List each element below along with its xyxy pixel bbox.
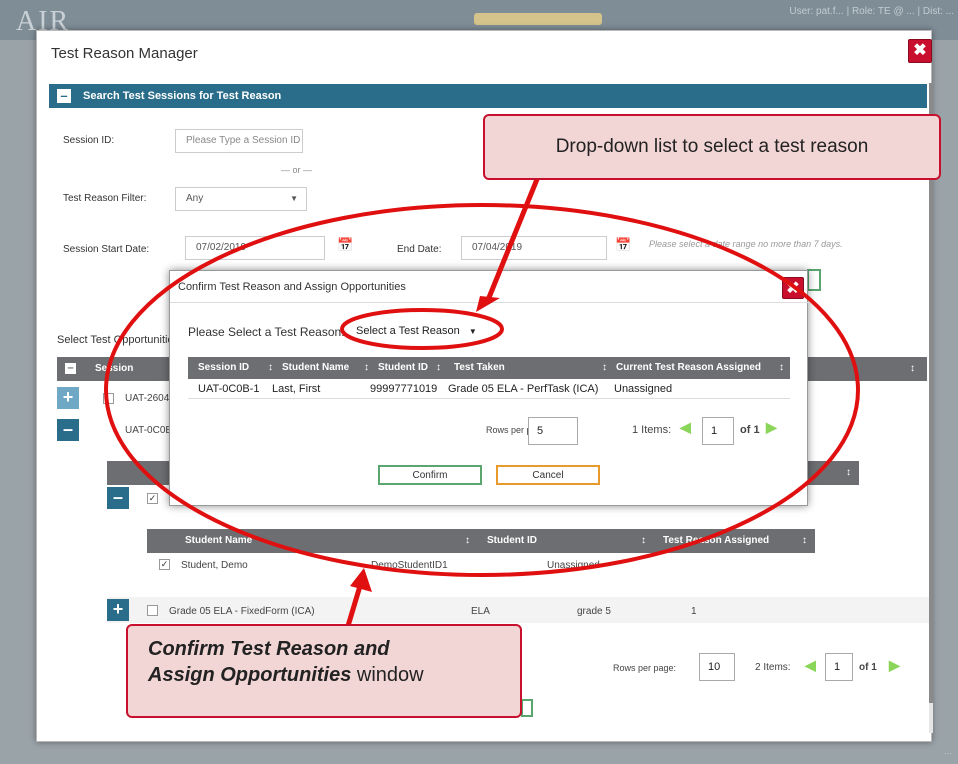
expand-test-row-button[interactable]: + <box>107 599 129 621</box>
footer-text: ... <box>944 746 952 756</box>
sort-icon[interactable]: ↕ <box>846 461 851 485</box>
student-name-header: Student Name <box>282 362 350 373</box>
page-of-text: of 1 <box>859 662 877 673</box>
title-divider <box>170 302 809 303</box>
collapse-row-button[interactable]: – <box>57 419 79 441</box>
items-count: 1 Items: <box>632 424 672 436</box>
test-reason-filter-label: Test Reason Filter: <box>63 193 147 204</box>
app-header-badge <box>474 13 602 25</box>
sort-icon[interactable]: ↕ <box>910 357 915 381</box>
session-column-header: Session <box>95 363 134 374</box>
sort-icon[interactable]: ↕ <box>364 357 369 379</box>
dialog-close-button[interactable]: ✖ <box>908 39 932 63</box>
next-page-icon[interactable]: ▶ <box>766 419 777 436</box>
sort-icon[interactable]: ↕ <box>602 357 607 379</box>
sort-icon[interactable]: ↕ <box>802 529 807 553</box>
rows-per-page-input[interactable]: 10 <box>699 653 735 681</box>
sort-icon[interactable]: ↕ <box>436 357 441 379</box>
student-name-header: Student Name <box>185 535 253 546</box>
calendar-icon[interactable]: 📅 <box>337 237 353 253</box>
rows-per-page-label: Rows per page: <box>613 663 677 673</box>
student-name-cell: Last, First <box>272 383 321 395</box>
sort-icon[interactable]: ↕ <box>641 529 646 553</box>
end-date-label: End Date: <box>397 244 442 255</box>
previous-page-icon[interactable]: ◀ <box>680 419 691 436</box>
current-reason-header: Current Test Reason Assigned <box>616 362 762 373</box>
chevron-down-icon: ▼ <box>290 194 298 203</box>
test-reason-filter-select[interactable]: Any ▼ <box>175 187 307 211</box>
test-row-checkbox[interactable] <box>147 605 158 616</box>
sort-icon[interactable]: ↕ <box>779 357 784 379</box>
student-id-header: Student ID <box>378 362 428 373</box>
confirm-table-row: UAT-0C0B-1 Last, First 99997771019 Grade… <box>188 379 790 399</box>
test-reason-select-value: Select a Test Reason <box>356 325 460 337</box>
student-id-cell: DemoStudentID1 <box>371 560 448 571</box>
expand-row-button[interactable]: + <box>57 387 79 409</box>
window-callout-italic-text: Assign Opportunities <box>148 664 352 686</box>
session-id-cell: UAT-0C0B-1 <box>198 383 260 395</box>
window-callout-rest-text: window <box>351 664 424 686</box>
search-button-edge[interactable] <box>807 269 821 291</box>
student-checkbox[interactable]: ✓ <box>159 559 170 570</box>
calendar-icon[interactable]: 📅 <box>615 237 631 253</box>
confirm-window-title: Confirm Test Reason and Assign Opportuni… <box>178 281 406 293</box>
session-id-header: Session ID <box>198 362 250 373</box>
page-of-text: of 1 <box>740 424 760 436</box>
select-reason-label: Please Select a Test Reason: <box>188 325 345 339</box>
student-id-cell: 99997771019 <box>370 383 438 395</box>
window-callout: Confirm Test Reason and Assign Opportuni… <box>126 624 522 718</box>
session-cell: UAT-0C0B <box>125 425 173 436</box>
window-callout-line1: Confirm Test Reason and <box>148 638 390 660</box>
student-id-header: Student ID <box>487 535 537 546</box>
subject-cell: ELA <box>471 606 490 617</box>
session-id-label: Session ID: <box>63 135 115 146</box>
dropdown-callout: Drop-down list to select a test reason <box>483 114 941 180</box>
count-cell: 1 <box>691 606 697 617</box>
date-range-note: Please select a date range no more than … <box>649 239 843 249</box>
end-date-input[interactable]: 07/04/2019 <box>461 236 607 260</box>
dialog-title: Test Reason Manager <box>51 45 198 62</box>
row-checkbox[interactable] <box>103 393 114 404</box>
test-reason-select[interactable]: Select a Test Reason ▼ <box>356 325 477 337</box>
cancel-button[interactable]: Cancel <box>496 465 600 485</box>
test-name-cell: Grade 05 ELA - FixedForm (ICA) <box>169 606 315 617</box>
sort-icon[interactable]: ↕ <box>465 529 470 553</box>
grade-cell: grade 5 <box>577 606 611 617</box>
collapse-icon[interactable]: – <box>57 89 71 103</box>
window-callout-line2: Assign Opportunities window <box>148 662 520 688</box>
confirm-window-close-button[interactable]: ✖ <box>782 277 804 299</box>
chevron-down-icon: ▼ <box>468 327 477 336</box>
session-id-input[interactable]: Please Type a Session ID <box>175 129 303 153</box>
search-panel-title: Search Test Sessions for Test Reason <box>83 90 282 102</box>
confirm-button[interactable]: Confirm <box>378 465 482 485</box>
or-divider: — or — <box>281 165 313 175</box>
student-name-cell: Student, Demo <box>181 560 248 571</box>
confirm-table-header: Session ID ↕ Student Name ↕ Student ID ↕… <box>188 357 790 379</box>
test-row-checkbox[interactable]: ✓ <box>147 493 158 504</box>
start-date-label: Session Start Date: <box>63 244 150 255</box>
page-number-input[interactable]: 1 <box>825 653 853 681</box>
sort-icon[interactable]: ↕ <box>268 357 273 379</box>
start-date-input[interactable]: 07/02/2019 <box>185 236 325 260</box>
items-count: 2 Items: <box>755 662 791 673</box>
user-info-bar: User: pat.f... | Role: TE @ ... | Dist: … <box>789 6 954 17</box>
previous-page-icon[interactable]: ◀ <box>805 657 816 674</box>
session-cell: UAT-2604 <box>125 393 170 404</box>
collapse-test-row-button[interactable]: – <box>107 487 129 509</box>
test-taken-cell: Grade 05 ELA - PerfTask (ICA) <box>448 383 599 395</box>
confirm-test-reason-window: Confirm Test Reason and Assign Opportuni… <box>169 270 809 506</box>
test-reason-filter-value: Any <box>186 193 204 204</box>
page-number-input[interactable]: 1 <box>702 417 734 445</box>
next-page-icon[interactable]: ▶ <box>889 657 900 674</box>
test-taken-header: Test Taken <box>454 362 505 373</box>
test-reason-cell: Unassigned <box>547 560 600 571</box>
student-table-header: Student Name ↕ Student ID ↕ Test Reason … <box>147 529 815 553</box>
search-panel-header[interactable]: – Search Test Sessions for Test Reason <box>49 84 927 108</box>
collapse-all-icon[interactable]: – <box>65 363 76 374</box>
assign-button-edge[interactable] <box>521 699 533 717</box>
rows-per-page-input[interactable]: 5 <box>528 417 578 445</box>
current-reason-cell: Unassigned <box>614 383 673 395</box>
test-reason-assigned-header: Test Reason Assigned <box>663 535 770 546</box>
select-opportunities-label: Select Test Opportunities <box>57 334 180 346</box>
